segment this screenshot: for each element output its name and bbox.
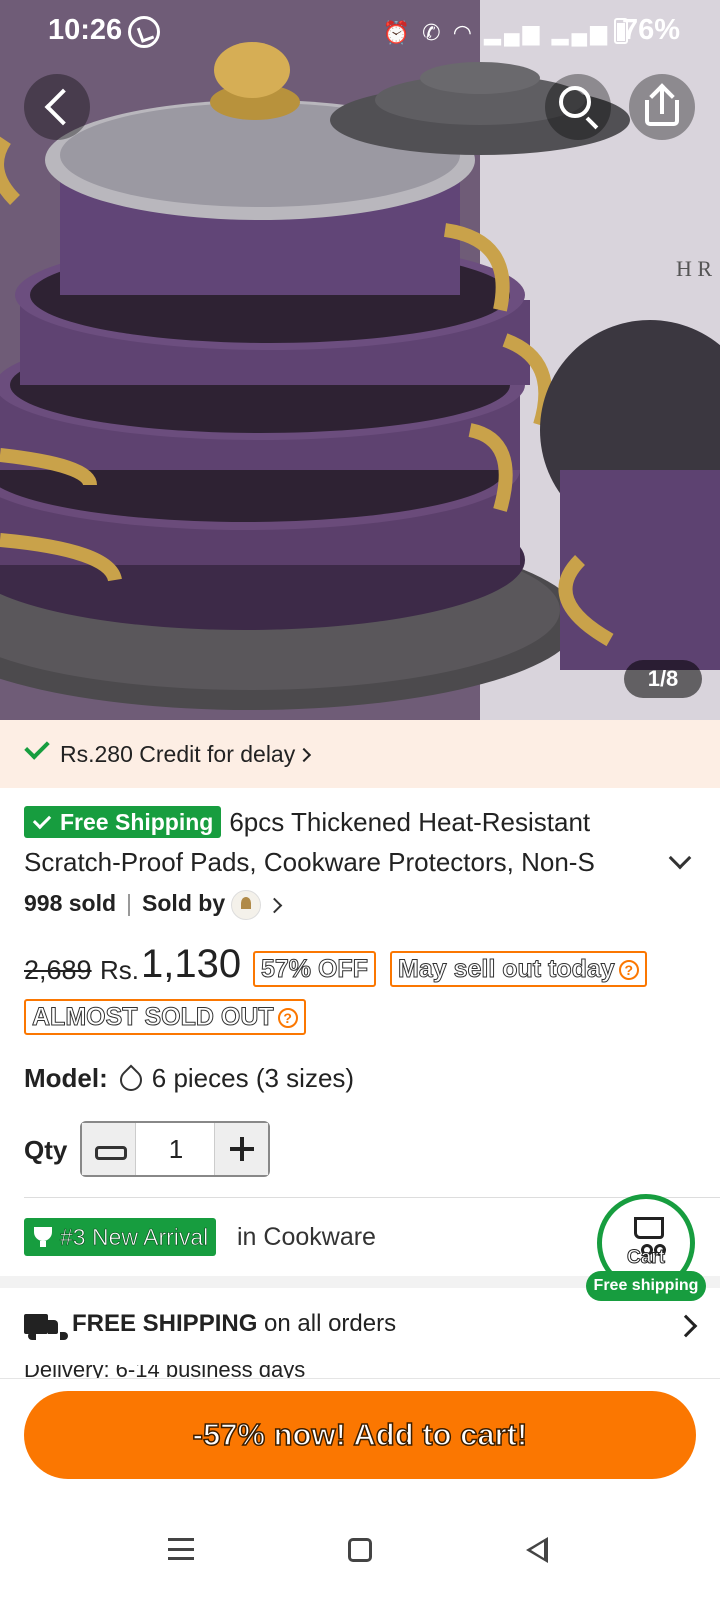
shipping-title: FREE SHIPPING [72, 1310, 258, 1337]
discount-tag: 57% OFF [253, 951, 376, 987]
home-icon[interactable] [348, 1538, 372, 1562]
model-label: Model: [24, 1063, 108, 1093]
back-button[interactable] [24, 74, 90, 140]
quantity-stepper: 1 [80, 1121, 270, 1177]
new-arrival-badge[interactable]: #3 New Arrival [24, 1218, 217, 1256]
almost-sold-out-tag[interactable]: ALMOST SOLD OUT? [24, 999, 306, 1035]
chevron-right-icon [297, 747, 312, 763]
cart-free-shipping-badge: Free shipping [586, 1271, 706, 1301]
sold-by-label: Sold by [142, 890, 226, 917]
add-to-cart-button[interactable]: -57% now! Add to cart! [24, 1391, 696, 1479]
chevron-down-icon[interactable] [668, 846, 692, 870]
recent-apps-icon[interactable] [168, 1538, 194, 1560]
trophy-icon [34, 1227, 52, 1247]
delay-credit-bar[interactable]: Rs.280 Credit for delay [0, 720, 720, 788]
search-icon [559, 86, 591, 118]
battery-percent: 76% [621, 14, 680, 46]
help-icon[interactable]: ? [618, 960, 639, 981]
category-text: in Cookware [237, 1223, 376, 1251]
currency: Rs. [100, 955, 139, 985]
increase-button[interactable] [214, 1123, 268, 1175]
search-button[interactable] [545, 74, 611, 140]
divider [0, 1378, 720, 1379]
chevron-right-icon [674, 1314, 698, 1338]
share-button[interactable] [629, 74, 695, 140]
whatsapp-icon [128, 16, 160, 48]
delivery-info: Delivery: 6-14 business days [24, 1365, 306, 1379]
check-icon [32, 810, 52, 830]
cookware-photo: H R [0, 0, 720, 720]
decrease-button[interactable] [82, 1123, 136, 1175]
truck-icon [24, 1314, 68, 1340]
product-image[interactable]: H R 10:26 ⏰ ✆ ◠ ▂▄▆ ▂▄▆ 76% 1/8 [0, 0, 720, 720]
nav-back-icon[interactable] [526, 1537, 548, 1563]
status-bar: 10:26 ⏰ ✆ ◠ ▂▄▆ ▂▄▆ 76% [0, 0, 720, 64]
divider [24, 1197, 720, 1198]
model-value: 6 pieces (3 sizes) [151, 1063, 355, 1093]
signal-icons: ⏰ ✆ ◠ ▂▄▆ ▂▄▆ [382, 20, 610, 45]
free-shipping-badge: Free Shipping [24, 806, 222, 838]
shipping-row[interactable]: FREE SHIPPING on all orders [24, 1310, 704, 1350]
model-selector[interactable]: Model: 6 pieces (3 sizes) [24, 1063, 355, 1096]
droplet-icon [115, 1064, 147, 1096]
chevron-right-icon[interactable] [266, 897, 283, 913]
original-price: 2,689 [24, 955, 92, 985]
credit-text: Rs.280 Credit for delay [60, 741, 296, 767]
sell-out-tag[interactable]: May sell out today? [390, 951, 647, 987]
sold-count: 998 sold [24, 890, 117, 917]
shipping-subtitle: on all orders [257, 1310, 397, 1337]
store-logo[interactable] [231, 890, 262, 920]
current-price: 1,130 [141, 942, 242, 986]
svg-text:H R: H R [676, 256, 712, 281]
status-time: 10:26 [48, 14, 123, 46]
cart-icon [634, 1217, 666, 1256]
image-counter: 1/8 [624, 660, 702, 698]
sales-info: 998 sold Sold by [24, 890, 283, 920]
qty-label: Qty [24, 1135, 68, 1165]
product-title[interactable]: Free Shipping 6pcs Thickened Heat-Resista… [24, 802, 654, 882]
quantity-value[interactable]: 1 [136, 1123, 216, 1175]
help-icon[interactable]: ? [277, 1008, 298, 1029]
check-icon [24, 734, 50, 760]
cart-label: Cart [626, 1247, 665, 1269]
